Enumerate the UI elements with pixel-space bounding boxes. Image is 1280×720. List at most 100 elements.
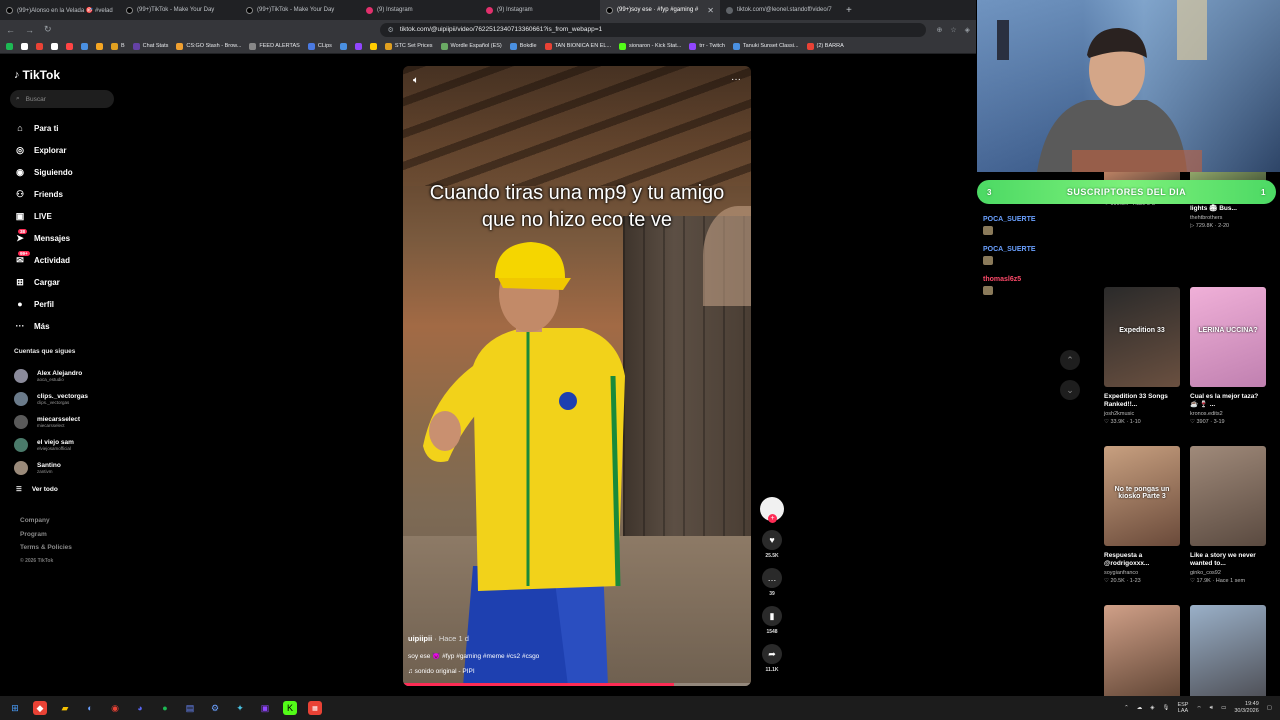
- forward-icon[interactable]: →: [25, 25, 34, 35]
- bookmark-item[interactable]: [354, 42, 362, 50]
- recommended-title[interactable]: Respuesta a @rodrigoxxx...: [1104, 552, 1182, 568]
- video-author[interactable]: uipiipii · Hace 1 d: [408, 634, 738, 643]
- footer-link[interactable]: Company: [20, 517, 72, 531]
- steam-icon[interactable]: ◐: [83, 701, 97, 715]
- recommended-video[interactable]: [1190, 605, 1268, 705]
- heart-icon[interactable]: ♥: [762, 530, 782, 550]
- bookmark-icon[interactable]: ▮: [762, 606, 782, 626]
- file-explorer-icon[interactable]: ▰: [58, 701, 72, 715]
- recommended-title[interactable]: Like a story we never wanted to...: [1190, 552, 1268, 568]
- shield-tray-icon[interactable]: ◈: [1150, 705, 1154, 711]
- following-account[interactable]: el viejo sam elviejosamofficial: [14, 433, 184, 456]
- language-indicator[interactable]: ESP LAA: [1177, 702, 1188, 714]
- nav-item-más[interactable]: ··· Más: [14, 315, 184, 337]
- bookmark-item[interactable]: CS:GO Stash - Brow...: [176, 42, 241, 50]
- browser-tab[interactable]: (9) Instagram: [360, 0, 480, 20]
- recommended-video[interactable]: Like a story we never wanted to... ginko_…: [1190, 446, 1268, 584]
- kick-icon[interactable]: K: [283, 701, 297, 715]
- nav-item-friends[interactable]: ⚇ Friends: [14, 183, 184, 205]
- bookmark-item[interactable]: FEED ALERTAS: [249, 42, 300, 50]
- bookmark-item[interactable]: [96, 42, 103, 50]
- discord-icon[interactable]: ◕: [133, 701, 147, 715]
- clock[interactable]: 19:49 30/3/2026: [1234, 701, 1258, 715]
- search-input[interactable]: ⌕ Buscar: [10, 90, 114, 108]
- video-thumbnail[interactable]: [1190, 605, 1266, 705]
- bookmark-item[interactable]: [6, 42, 13, 50]
- bookmark-item[interactable]: B: [111, 42, 125, 50]
- browser-tab[interactable]: (99+)Alonso en la Velada 🎯 #velad: [0, 0, 120, 20]
- recommended-title[interactable]: Cual es la mejor taza? ☕ 🍷 ...: [1190, 393, 1268, 409]
- recommended-author[interactable]: soygianfranco: [1104, 570, 1182, 576]
- share-action[interactable]: ➦ 11.1K: [758, 644, 786, 673]
- video-player[interactable]: Cuando tiras una mp9 y tu amigo que no h…: [403, 66, 751, 686]
- browser-tab[interactable]: tiktok.com/@leonel.standoff/video/7: [720, 0, 840, 20]
- video-thumbnail[interactable]: Expedition 33: [1104, 287, 1180, 387]
- bookmark-item[interactable]: STC Set Prices: [384, 42, 433, 50]
- video-description[interactable]: soy ese 😈 #fyp #gaming #meme #cs2 #csgo: [408, 652, 738, 660]
- video-progress-bar[interactable]: [403, 683, 751, 686]
- video-thumbnail[interactable]: LERINA UCCINA?: [1190, 287, 1266, 387]
- browser-tab[interactable]: (9) Instagram: [480, 0, 600, 20]
- speaker-icon[interactable]: 🔊︎: [1210, 705, 1213, 712]
- notification-icon[interactable]: ▢: [1267, 705, 1272, 711]
- nav-item-actividad[interactable]: ✉ 99+ Actividad: [14, 249, 184, 271]
- nav-item-para-ti[interactable]: ⌂ Para ti: [14, 117, 184, 139]
- bookmark-item[interactable]: [66, 42, 73, 50]
- recommended-video[interactable]: No te pongas un kiosko Parte 3 Respuesta …: [1104, 446, 1182, 584]
- following-account[interactable]: Alex Alejandro aoca_estudio: [14, 364, 184, 387]
- following-account[interactable]: clips._vectorgas clips._vectorgas: [14, 387, 184, 410]
- browser-tab[interactable]: (99+)soy ese · #fyp #gaming # ✕: [600, 0, 720, 20]
- like-action[interactable]: ♥ 25.5K: [758, 530, 786, 559]
- recommended-author[interactable]: kronos.edits2: [1190, 411, 1268, 417]
- spotify-icon[interactable]: ●: [158, 701, 172, 715]
- battery-icon[interactable]: ▭: [1221, 705, 1226, 711]
- brave-browser-icon[interactable]: ◆: [33, 701, 47, 715]
- bookmark-item[interactable]: [81, 42, 88, 50]
- app-icon[interactable]: ▤: [183, 701, 197, 715]
- reload-icon[interactable]: ↻: [44, 24, 52, 35]
- nav-item-mensajes[interactable]: ➤ 38 Mensajes: [14, 227, 184, 249]
- volume-icon[interactable]: 🔈︎: [413, 75, 419, 86]
- bookmark-item[interactable]: [36, 42, 43, 50]
- video-author-name[interactable]: uipiipii: [408, 634, 432, 643]
- bookmark-item[interactable]: [51, 42, 58, 50]
- bookmark-item[interactable]: Wordle Español (ES): [440, 42, 502, 50]
- close-tab-icon[interactable]: ✕: [707, 6, 714, 15]
- cloud-icon[interactable]: ☁: [1137, 705, 1143, 711]
- bookmark-item[interactable]: trr - Twitch: [689, 42, 725, 50]
- chevron-up-tray-icon[interactable]: ⌃: [1124, 705, 1129, 711]
- video-thumbnail[interactable]: [1190, 446, 1266, 546]
- footer-link[interactable]: Program: [20, 531, 72, 545]
- bookmark-item[interactable]: CLips: [307, 42, 332, 50]
- back-icon[interactable]: ←: [6, 25, 15, 35]
- url-field[interactable]: ⚙ tiktok.com/@uipiipii/video/76225123407…: [379, 22, 927, 37]
- bookmark-item[interactable]: [339, 42, 347, 50]
- mic-icon[interactable]: 🎙︎: [1162, 705, 1169, 711]
- bookmark-item[interactable]: (2) BARRA: [806, 42, 844, 50]
- twitch-icon[interactable]: ▣: [258, 701, 272, 715]
- following-account[interactable]: miecarsselect miecarsselect: [14, 410, 184, 433]
- footer-link[interactable]: Terms & Policies: [20, 544, 72, 558]
- recommended-author[interactable]: thehtbrothers: [1190, 215, 1268, 221]
- video-thumbnail[interactable]: No te pongas un kiosko Parte 3: [1104, 446, 1180, 546]
- bookmark-item[interactable]: Tanuki Sunset Classi...: [732, 42, 799, 50]
- share-icon[interactable]: ➦: [762, 644, 782, 664]
- settings-gear-icon[interactable]: ⚙: [208, 701, 222, 715]
- new-tab-icon[interactable]: +: [840, 5, 858, 16]
- extension-icon[interactable]: ⊕: [936, 26, 942, 34]
- bookmark-item[interactable]: [369, 42, 377, 50]
- bookmark-star-icon[interactable]: ☆: [950, 26, 956, 34]
- chevron-up-icon[interactable]: ⌃: [1060, 350, 1080, 370]
- more-options-icon[interactable]: ···: [731, 74, 741, 85]
- wifi-icon[interactable]: ⌔: [1196, 705, 1201, 712]
- shield-icon[interactable]: ◈: [965, 26, 970, 34]
- recommended-video[interactable]: [1104, 605, 1182, 705]
- site-settings-icon[interactable]: ⚙: [388, 26, 394, 34]
- comment-action[interactable]: … 39: [758, 568, 786, 597]
- nav-item-cargar[interactable]: ⊞ Cargar: [14, 271, 184, 293]
- network-app-icon[interactable]: ✦: [233, 701, 247, 715]
- bookmark-item[interactable]: Chat Stats: [132, 42, 168, 50]
- windows-start-icon[interactable]: ⊞: [8, 701, 22, 715]
- comment-icon[interactable]: …: [762, 568, 782, 588]
- tiktok-logo[interactable]: ♪ TikTok: [14, 68, 60, 82]
